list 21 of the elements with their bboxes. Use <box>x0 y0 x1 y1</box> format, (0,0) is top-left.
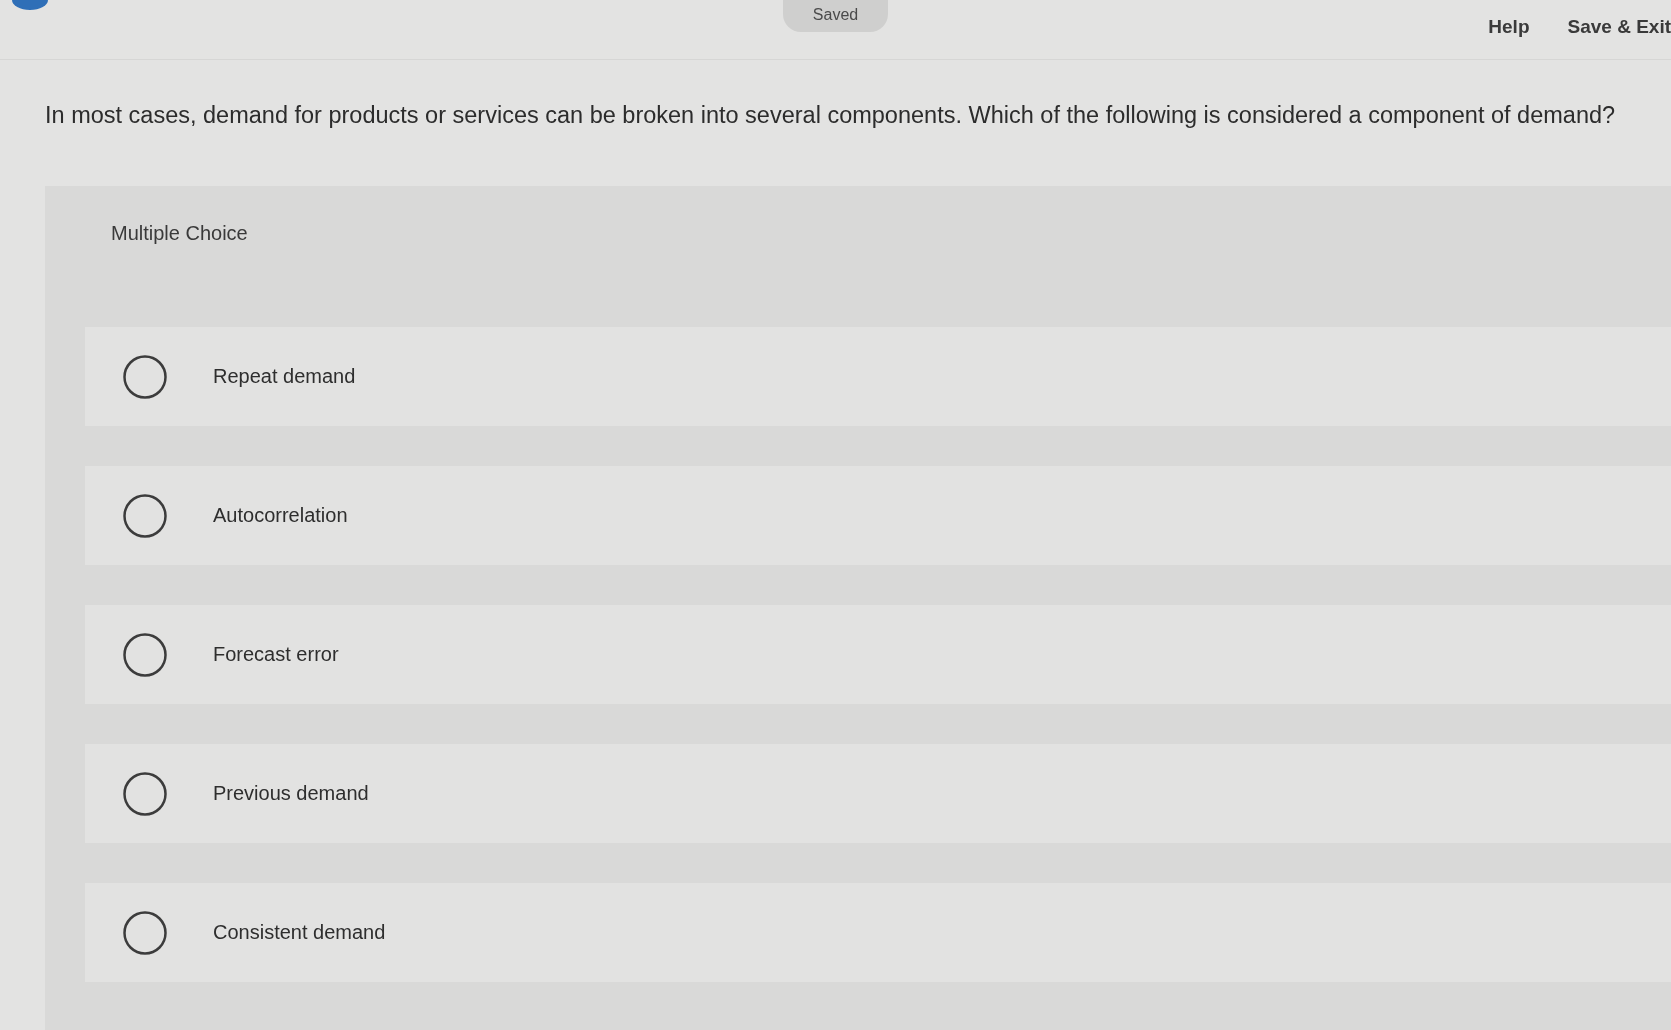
option-label: Forecast error <box>213 643 339 666</box>
radio-button[interactable] <box>123 910 167 955</box>
question-text: In most cases, demand for products or services can be broken into several components. Which of the following is considered a component of demand? <box>45 101 1617 130</box>
option-label: Consistent demand <box>213 921 386 944</box>
question-type-label: Multiple Choice <box>111 222 248 245</box>
answer-option[interactable]: Forecast error <box>85 605 1671 704</box>
round-icon[interactable] <box>12 0 48 10</box>
saved-status: Saved <box>782 0 889 32</box>
answer-option[interactable]: Autocorrelation <box>85 466 1671 565</box>
answer-option[interactable]: Consistent demand <box>85 883 1671 982</box>
header-link[interactable]: Help <box>1488 16 1530 38</box>
answer-option[interactable]: Previous demand <box>85 744 1671 843</box>
radio-button[interactable] <box>123 354 167 399</box>
radio-button[interactable] <box>123 771 167 816</box>
answer-option[interactable]: Repeat demand <box>85 327 1671 426</box>
header-link[interactable]: Save & Exit <box>1567 16 1671 38</box>
option-label: Previous demand <box>213 782 369 805</box>
option-label: Repeat demand <box>213 365 356 388</box>
option-label: Autocorrelation <box>213 504 348 527</box>
radio-button[interactable] <box>123 493 167 538</box>
radio-button[interactable] <box>123 632 167 677</box>
